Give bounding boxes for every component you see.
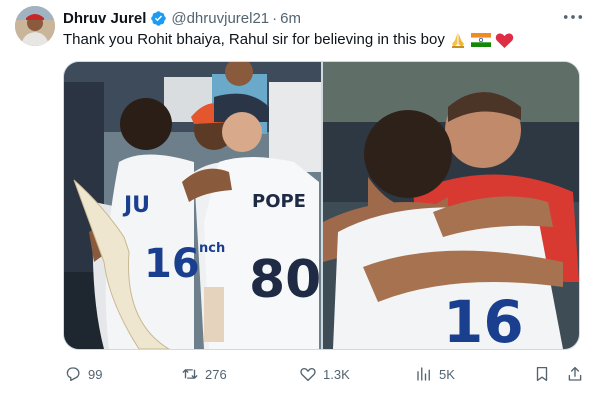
author-handle[interactable]: @dhruvjurel21 xyxy=(171,10,269,27)
more-options-icon[interactable] xyxy=(562,8,584,26)
like-button[interactable]: 1.3K xyxy=(299,363,350,385)
avatar-photo xyxy=(15,6,55,46)
folded-hands-icon xyxy=(449,31,467,49)
photo-jersey-number: 16 xyxy=(443,288,524,349)
action-bar: 99 276 1.3K 5K xyxy=(0,363,600,385)
like-count: 1.3K xyxy=(323,366,350,382)
photo-jersey-name-left: JU xyxy=(122,193,150,218)
tweet-card[interactable]: Dhruv Jurel @dhruvjurel21 · 6m Thank you… xyxy=(0,0,600,404)
photo-sponsor-text: nch xyxy=(199,241,225,256)
verified-badge-icon[interactable] xyxy=(150,10,167,27)
retweet-icon xyxy=(182,369,198,379)
bookmark-icon xyxy=(536,366,548,382)
photo-jersey-name-right: POPE xyxy=(252,191,306,212)
separator-dot: · xyxy=(272,9,278,27)
avatar[interactable] xyxy=(15,6,55,46)
share-icon xyxy=(568,366,582,381)
display-name[interactable]: Dhruv Jurel xyxy=(63,10,146,27)
tweet-photo-1[interactable]: JU 16 POPE 80 nch xyxy=(64,62,321,349)
tweet-timestamp[interactable]: 6m xyxy=(280,10,301,27)
share-button[interactable] xyxy=(566,363,584,385)
views-chart-icon xyxy=(417,367,430,381)
retweet-button[interactable]: 276 xyxy=(181,363,227,385)
retweet-count: 276 xyxy=(205,366,227,382)
bookmark-button[interactable] xyxy=(533,363,551,385)
views-count: 5K xyxy=(439,366,455,382)
reply-button[interactable]: 99 xyxy=(64,363,102,385)
reply-icon xyxy=(66,367,80,382)
reply-count: 99 xyxy=(88,366,103,382)
photo-jersey-number-left: 16 xyxy=(144,241,200,287)
heart-icon xyxy=(300,367,316,382)
photo-jersey-number-right: 80 xyxy=(249,250,321,310)
tweet-photo-2[interactable]: 16 xyxy=(323,62,579,349)
tweet-body: Thank you Rohit bhaiya, Rahul sir for be… xyxy=(63,31,445,48)
views-button[interactable]: 5K xyxy=(415,363,455,385)
photo-players-embrace-left: JU 16 POPE 80 nch xyxy=(64,62,321,349)
media-grid[interactable]: JU 16 POPE 80 nch 16 xyxy=(63,61,580,350)
photo-players-embrace-right: 16 xyxy=(323,62,579,349)
india-flag-icon xyxy=(470,33,491,47)
red-heart-icon xyxy=(495,32,514,49)
tweet-text: Thank you Rohit bhaiya, Rahul sir for be… xyxy=(63,31,514,49)
tweet-header: Dhruv Jurel @dhruvjurel21 · 6m xyxy=(63,8,301,28)
